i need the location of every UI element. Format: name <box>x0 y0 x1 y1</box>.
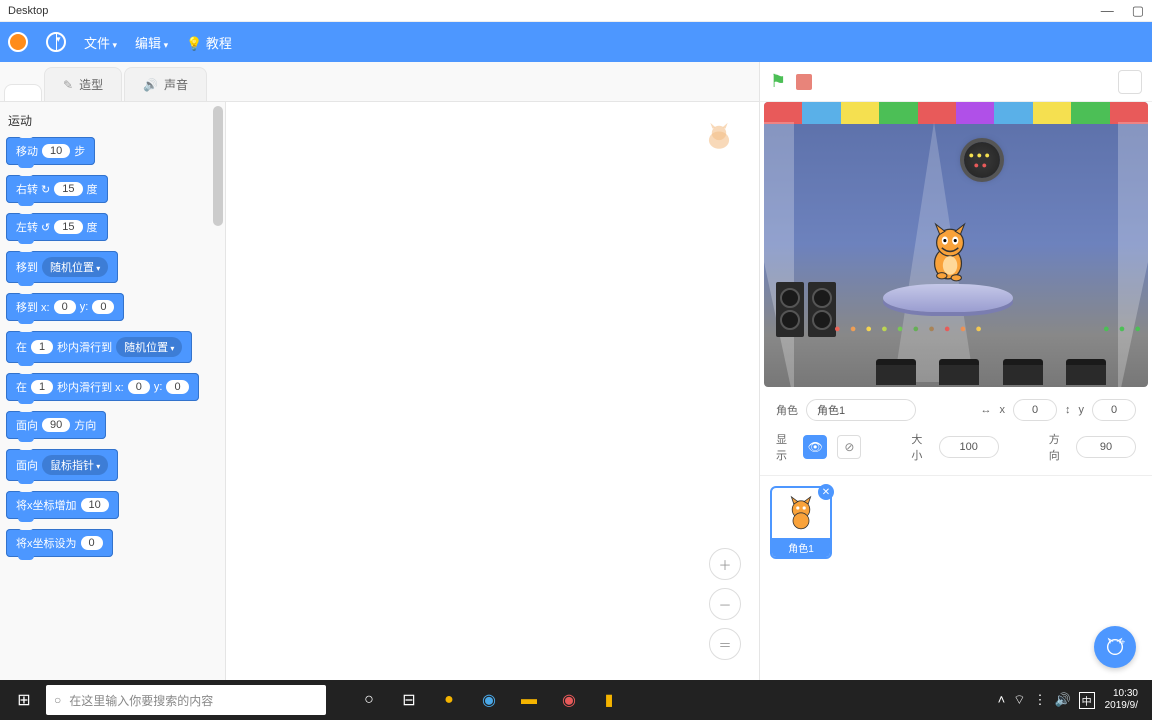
arrow-vert-icon: ↕ <box>1065 404 1071 416</box>
stage-platform <box>883 284 1013 312</box>
delete-sprite-button[interactable]: ✕ <box>818 484 834 500</box>
category-motion: 运动 <box>8 112 219 129</box>
zoom-in-button[interactable]: ＋ <box>709 548 741 580</box>
add-sprite-button[interactable]: + <box>1094 626 1136 668</box>
prop-y-input[interactable] <box>1092 399 1136 421</box>
tab-costumes[interactable]: ✎造型 <box>44 67 122 101</box>
block-set-x[interactable]: 将x坐标设为0 <box>6 529 113 557</box>
editor-pane: ✎造型 🔊声音 运动 移动10步 右转 ↻15度 左转 ↺15度 移到随机位置 <box>0 62 760 680</box>
tab-sounds[interactable]: 🔊声音 <box>124 67 207 101</box>
cat-plus-icon: + <box>1104 636 1126 658</box>
taskbar-search[interactable]: ○ 在这里输入你要搜索的内容 <box>46 685 326 715</box>
tray-ime-icon[interactable]: 中 <box>1079 692 1095 709</box>
editor-tabs: ✎造型 🔊声音 <box>0 62 759 102</box>
stage-size-button[interactable] <box>1118 70 1142 94</box>
workspace: ✎造型 🔊声音 运动 移动10步 右转 ↻15度 左转 ↺15度 移到随机位置 <box>0 62 1152 680</box>
prop-show-label: 显示 <box>776 431 793 463</box>
show-button[interactable]: 👁 <box>803 435 827 459</box>
stage-bulbs <box>764 323 1148 335</box>
prop-name-label: 角色 <box>776 402 798 418</box>
sprite-name: 角色1 <box>772 538 830 557</box>
app-icon-3[interactable]: ▮ <box>590 681 628 719</box>
spotlight-left <box>764 122 794 387</box>
block-turn-right[interactable]: 右转 ↻15度 <box>6 175 108 203</box>
prop-size-label: 大小 <box>911 431 928 463</box>
menu-edit[interactable]: 编辑 <box>135 33 168 52</box>
block-glide-xy[interactable]: 在1秒内滑行到 x:0y:0 <box>6 373 199 401</box>
app-icon-1[interactable]: ◉ <box>470 681 508 719</box>
scratch-logo-icon[interactable] <box>8 32 28 52</box>
windows-taskbar: ⊞ ○ 在这里输入你要搜索的内容 ○ ⊟ ● ◉ ▬ ◉ ▮ ˄ ⌔ ⋮ 🔊 中… <box>0 680 1152 720</box>
menu-bar: 文件 编辑 💡 教程 <box>0 22 1152 62</box>
bulb-icon: 💡 <box>186 36 202 52</box>
prop-x-input[interactable] <box>1013 399 1057 421</box>
prop-name-input[interactable] <box>806 399 916 421</box>
arrow-horiz-icon: ↔ <box>981 404 992 416</box>
prop-x-label: x <box>1000 404 1006 416</box>
disco-ball-icon <box>964 142 1000 178</box>
sprite-list: ✕ 角色1 + <box>760 476 1152 680</box>
start-button[interactable]: ⊞ <box>6 682 42 718</box>
menu-tutorial[interactable]: 💡 教程 <box>186 33 232 52</box>
prop-size-input[interactable] <box>939 436 999 458</box>
chrome-icon[interactable]: ● <box>430 681 468 719</box>
stop-button[interactable] <box>796 74 812 90</box>
stage[interactable] <box>764 102 1148 387</box>
maximize-button[interactable]: ▢ <box>1132 3 1144 19</box>
sprite-properties: 角色 ↔ x ↕ y 显示 👁 ⊘ 大小 方向 <box>760 387 1152 476</box>
sprite-cat[interactable] <box>917 222 979 287</box>
spotlight-right <box>1118 122 1148 387</box>
canvas-controls: ＋ － ＝ <box>709 548 741 660</box>
block-move-steps[interactable]: 移动10步 <box>6 137 95 165</box>
block-glide-random[interactable]: 在1秒内滑行到随机位置 <box>6 331 192 363</box>
stage-header: ⚑ <box>760 62 1152 102</box>
stage-lights <box>764 102 1148 124</box>
tab-code[interactable] <box>4 84 42 101</box>
language-icon[interactable] <box>46 32 66 52</box>
zoom-reset-button[interactable]: ＝ <box>709 628 741 660</box>
search-placeholder: 在这里输入你要搜索的内容 <box>69 692 213 709</box>
block-turn-left[interactable]: 左转 ↺15度 <box>6 213 108 241</box>
tray-volume-icon[interactable]: 🔊 <box>1054 692 1070 709</box>
system-tray: ˄ ⌔ ⋮ 🔊 中 10:30 2019/9/ <box>998 688 1146 712</box>
stage-pane: ⚑ <box>760 62 1152 680</box>
brush-icon: ✎ <box>63 78 73 92</box>
block-palette[interactable]: 运动 移动10步 右转 ↻15度 左转 ↺15度 移到随机位置 移到 x:0y:… <box>0 102 225 680</box>
explorer-icon[interactable]: ▬ <box>510 681 548 719</box>
script-canvas[interactable]: ＋ － ＝ <box>225 102 759 680</box>
window-titlebar: Desktop — ▢ <box>0 0 1152 22</box>
prop-dir-input[interactable] <box>1076 436 1136 458</box>
tray-up-icon[interactable]: ˄ <box>998 692 1006 709</box>
menu-file[interactable]: 文件 <box>84 33 117 52</box>
block-change-x[interactable]: 将x坐标增加10 <box>6 491 119 519</box>
sprite-thumbnail[interactable]: ✕ 角色1 <box>770 486 832 559</box>
tray-bluetooth-icon[interactable]: ⌔ <box>1013 692 1025 709</box>
block-goto-xy[interactable]: 移到 x:0y:0 <box>6 293 124 321</box>
taskbar-clock[interactable]: 10:30 2019/9/ <box>1105 688 1138 712</box>
prop-dir-label: 方向 <box>1049 431 1066 463</box>
search-icon: ○ <box>54 693 61 707</box>
palette-scrollbar[interactable] <box>213 106 223 226</box>
green-flag-button[interactable]: ⚑ <box>770 71 786 92</box>
zoom-out-button[interactable]: － <box>709 588 741 620</box>
cat-icon <box>777 492 825 532</box>
editor-area: 运动 移动10步 右转 ↻15度 左转 ↺15度 移到随机位置 移到 x:0y:… <box>0 102 759 680</box>
window-title: Desktop <box>8 5 48 17</box>
block-point-towards[interactable]: 面向鼠标指针 <box>6 449 118 481</box>
taskbar-apps: ○ ⊟ ● ◉ ▬ ◉ ▮ <box>350 681 628 719</box>
minimize-button[interactable]: — <box>1101 3 1114 19</box>
svg-text:+: + <box>1121 637 1126 646</box>
block-point-direction[interactable]: 面向90方向 <box>6 411 106 439</box>
cortana-icon[interactable]: ○ <box>350 681 388 719</box>
hide-button[interactable]: ⊘ <box>837 435 861 459</box>
block-goto-random[interactable]: 移到随机位置 <box>6 251 118 283</box>
speaker-icon: 🔊 <box>143 78 158 92</box>
tray-wifi-icon[interactable]: ⋮ <box>1033 692 1046 709</box>
taskview-icon[interactable]: ⊟ <box>390 681 428 719</box>
app-icon-2[interactable]: ◉ <box>550 681 588 719</box>
prop-y-label: y <box>1079 404 1085 416</box>
sprite-watermark-icon <box>701 120 737 156</box>
stage-monitors <box>864 359 1118 385</box>
